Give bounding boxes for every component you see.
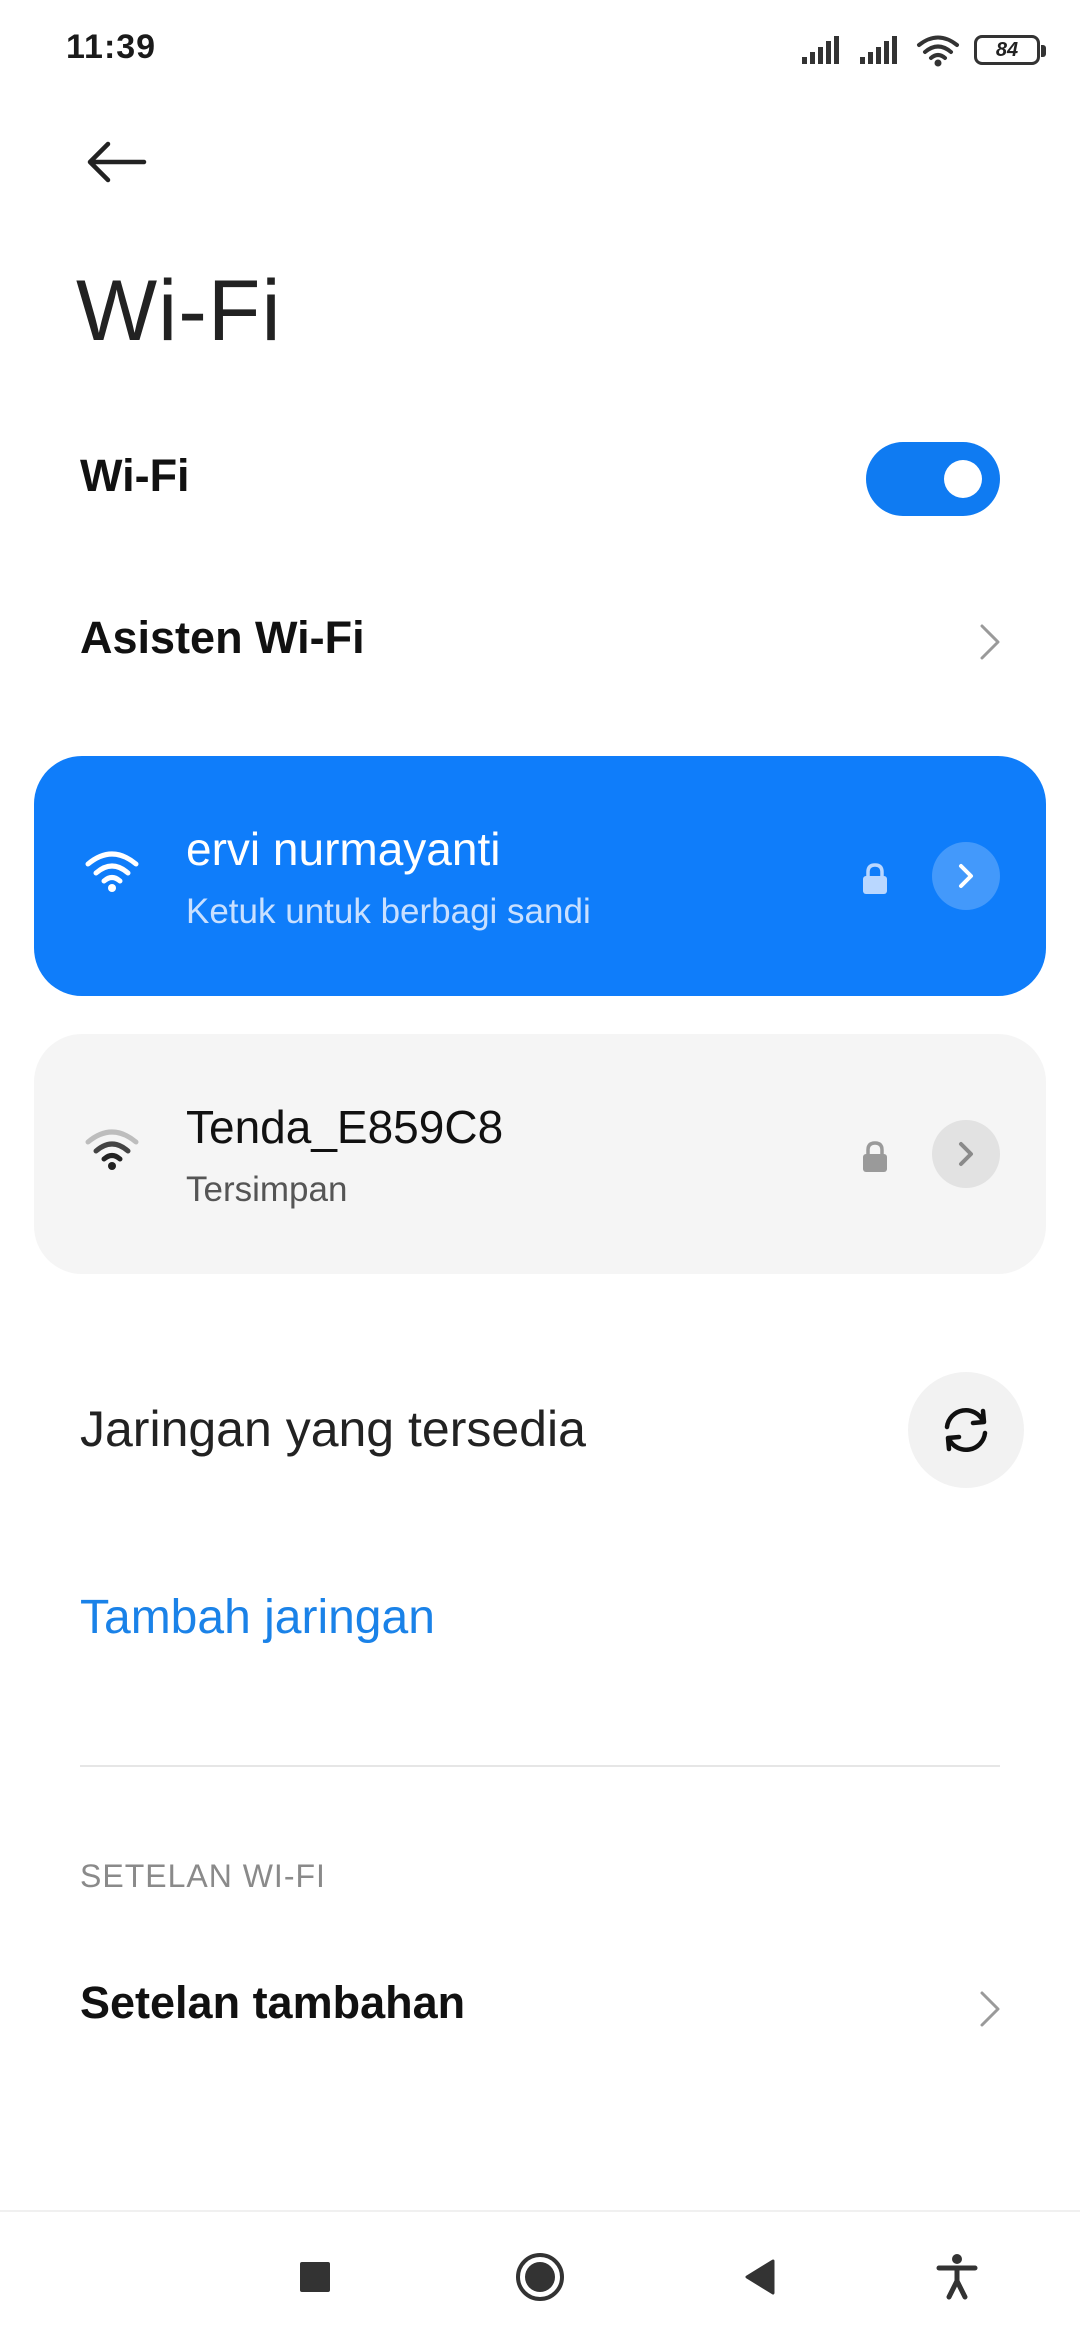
wifi-icon bbox=[85, 851, 139, 892]
wifi-assistant-row[interactable]: Asisten Wi-Fi bbox=[0, 600, 1080, 700]
status-bar: 11:39 84 bbox=[0, 0, 1080, 100]
refresh-icon bbox=[944, 1407, 988, 1453]
network-detail-button[interactable] bbox=[932, 842, 1000, 910]
additional-settings-row[interactable]: Setelan tambahan bbox=[0, 1965, 1080, 2065]
available-networks-label: Jaringan yang tersedia bbox=[80, 1401, 586, 1457]
arrow-left-icon bbox=[87, 141, 147, 183]
add-network-link[interactable]: Tambah jaringan bbox=[80, 1590, 435, 1645]
signal-icon bbox=[858, 35, 902, 65]
back-nav-button[interactable] bbox=[726, 2242, 796, 2312]
section-header: SETELAN WI-FI bbox=[80, 1858, 326, 1894]
network-card-connected[interactable]: ervi nurmayanti Ketuk untuk berbagi sand… bbox=[34, 756, 1046, 996]
back-button[interactable] bbox=[76, 122, 156, 202]
divider bbox=[80, 1765, 1000, 1767]
page-title: Wi-Fi bbox=[76, 263, 282, 359]
lock-icon bbox=[863, 1141, 887, 1172]
chevron-right-icon bbox=[959, 864, 973, 888]
refresh-button[interactable] bbox=[908, 1372, 1024, 1488]
status-icons: 84 bbox=[800, 28, 1046, 72]
recents-button[interactable] bbox=[280, 2242, 350, 2312]
signal-icon bbox=[800, 35, 844, 65]
network-name: Tenda_E859C8 bbox=[186, 1101, 504, 1153]
network-detail-button[interactable] bbox=[932, 1120, 1000, 1188]
accessibility-icon bbox=[936, 2254, 978, 2300]
wifi-assistant-label: Asisten Wi-Fi bbox=[80, 612, 365, 663]
wifi-toggle-label: Wi-Fi bbox=[80, 450, 190, 501]
back-triangle-icon bbox=[745, 2259, 775, 2295]
wifi-toggle-switch[interactable] bbox=[866, 442, 1000, 516]
chevron-right-icon bbox=[959, 1142, 973, 1166]
chevron-right-icon bbox=[980, 624, 1000, 660]
wifi-icon bbox=[916, 33, 960, 67]
navigation-bar bbox=[0, 2210, 1080, 2342]
network-subtitle: Tersimpan bbox=[186, 1170, 348, 1209]
lock-icon bbox=[863, 863, 887, 894]
home-button[interactable] bbox=[505, 2242, 575, 2312]
network-card-saved[interactable]: Tenda_E859C8 Tersimpan bbox=[34, 1034, 1046, 1274]
chevron-right-icon bbox=[980, 1991, 1000, 2027]
toggle-knob bbox=[944, 460, 982, 498]
network-name: ervi nurmayanti bbox=[186, 823, 501, 875]
additional-settings-label: Setelan tambahan bbox=[80, 1977, 466, 2028]
wifi-toggle-row[interactable]: Wi-Fi bbox=[0, 440, 1080, 540]
accessibility-button[interactable] bbox=[922, 2242, 992, 2312]
home-icon bbox=[516, 2253, 564, 2301]
wifi-icon bbox=[85, 1129, 139, 1170]
recents-icon bbox=[300, 2262, 330, 2292]
network-subtitle: Ketuk untuk berbagi sandi bbox=[186, 892, 591, 931]
status-time: 11:39 bbox=[66, 28, 157, 66]
battery-icon: 84 bbox=[974, 35, 1046, 65]
